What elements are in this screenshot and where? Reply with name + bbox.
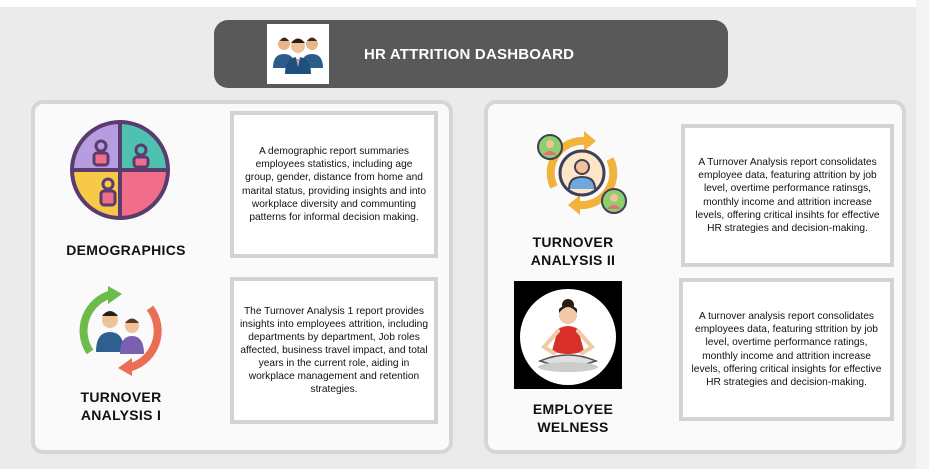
wellness-title-line1: EMPLOYEE <box>532 401 614 417</box>
top-strip <box>0 0 929 7</box>
demographics-title[interactable]: DEMOGRAPHICS <box>56 241 196 259</box>
team-people-icon <box>267 24 329 84</box>
turnover2-description-text: A Turnover Analysis report consolidates … <box>695 157 880 234</box>
people-rotation-icon <box>534 125 630 221</box>
turnover2-title-line1: TURNOVER <box>532 234 614 250</box>
turnover2-title-line2: ANALYSIS II <box>530 252 616 269</box>
wellness-title-line2: WELNESS <box>537 419 609 436</box>
demographics-title-text: DEMOGRAPHICS <box>66 242 186 258</box>
turnover1-description: The Turnover Analysis 1 report provides … <box>230 277 438 424</box>
demographics-description-text: A demographic report summaries employees… <box>241 146 427 223</box>
pie-chart-people-icon <box>66 116 174 224</box>
turnover1-title-line1: TURNOVER <box>80 389 162 405</box>
turnover2-description: A Turnover Analysis report consolidates … <box>681 124 894 267</box>
turnover2-title[interactable]: TURNOVER ANALYSIS II <box>514 233 632 269</box>
turnover1-title[interactable]: TURNOVER ANALYSIS I <box>62 388 180 424</box>
scrollbar-track[interactable] <box>916 0 929 469</box>
dashboard-title: HR ATTRITION DASHBOARD <box>364 46 575 63</box>
wellness-title[interactable]: EMPLOYEE WELNESS <box>514 400 632 436</box>
turnover1-title-line2: ANALYSIS I <box>80 407 162 424</box>
meditation-icon <box>514 281 622 389</box>
employee-cycle-icon <box>72 282 168 378</box>
wellness-description-text: A turnover analysis report consolidates … <box>691 311 882 388</box>
demographics-description: A demographic report summaries employees… <box>230 111 438 258</box>
turnover1-description-text: The Turnover Analysis 1 report provides … <box>240 305 429 396</box>
dashboard-header: HR ATTRITION DASHBOARD <box>214 20 728 88</box>
wellness-description: A turnover analysis report consolidates … <box>679 278 894 421</box>
